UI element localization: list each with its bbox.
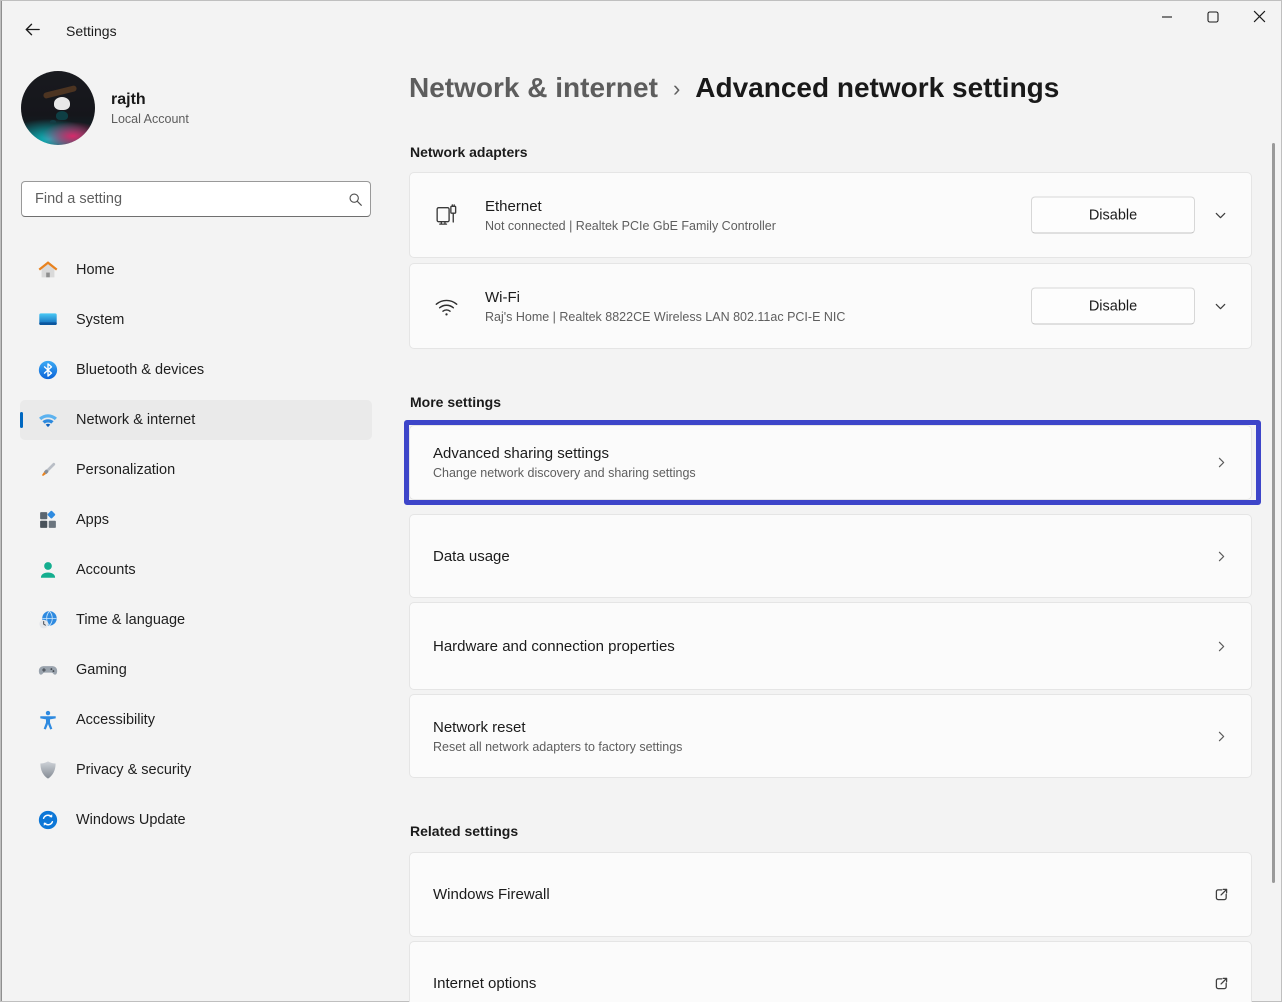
setting-title: Advanced sharing settings	[433, 445, 1191, 462]
ethernet-expand-chevron-down-icon[interactable]	[1207, 202, 1233, 228]
app-title: Settings	[66, 23, 117, 39]
accessibility-icon	[36, 709, 59, 732]
privacy-security-icon	[36, 759, 59, 782]
setting-title: Network reset	[433, 719, 1191, 736]
titlebar: Settings	[0, 0, 1282, 48]
apps-icon	[36, 509, 59, 532]
sidebar-item-label: Apps	[76, 512, 109, 528]
close-icon	[1253, 10, 1266, 28]
maximize-button[interactable]	[1190, 0, 1236, 38]
setting-title: Data usage	[433, 548, 1191, 565]
maximize-icon	[1207, 10, 1219, 28]
adapter-status: Raj's Home | Realtek 8822CE Wireless LAN…	[485, 310, 845, 324]
sidebar-item-system[interactable]: System	[20, 300, 372, 340]
search-icon	[340, 192, 370, 207]
sidebar-item-label: Windows Update	[76, 812, 186, 828]
network-icon	[36, 409, 59, 432]
sidebar-item-time-language[interactable]: Time & language	[20, 600, 372, 640]
personalization-icon	[36, 459, 59, 482]
windows-firewall-card[interactable]: Windows Firewall	[409, 852, 1252, 937]
hardware-connection-properties-card[interactable]: Hardware and connection properties	[409, 602, 1252, 690]
back-arrow-icon	[23, 20, 42, 44]
user-account-type: Local Account	[111, 112, 189, 126]
sidebar-item-label: Accessibility	[76, 712, 155, 728]
sidebar-item-privacy-security[interactable]: Privacy & security	[20, 750, 372, 790]
section-related-settings: Related settings	[410, 823, 518, 839]
vertical-scrollbar[interactable]	[1272, 143, 1275, 883]
chevron-right-icon	[1211, 726, 1231, 746]
breadcrumb: Network & internet › Advanced network se…	[409, 72, 1059, 104]
sidebar-item-label: Network & internet	[76, 412, 195, 428]
wifi-icon	[433, 293, 485, 320]
back-button[interactable]	[18, 19, 46, 45]
ethernet-disable-button[interactable]: Disable	[1031, 197, 1195, 234]
setting-title: Hardware and connection properties	[433, 638, 1191, 655]
breadcrumb-separator-icon: ›	[673, 76, 680, 102]
external-link-icon	[1211, 974, 1231, 994]
sidebar-item-label: Gaming	[76, 662, 127, 678]
setting-subtitle: Change network discovery and sharing set…	[433, 466, 1191, 480]
section-network-adapters: Network adapters	[410, 144, 527, 160]
wifi-expand-chevron-down-icon[interactable]	[1207, 293, 1233, 319]
adapter-name: Wi-Fi	[485, 289, 845, 306]
accounts-icon	[36, 559, 59, 582]
sidebar-nav: Home System Bluetooth & devices Network …	[20, 250, 372, 850]
settings-window: Settings rajth Local Account	[0, 0, 1282, 1002]
time-language-icon	[36, 609, 59, 632]
sidebar-item-network-internet[interactable]: Network & internet	[20, 400, 372, 440]
setting-subtitle: Reset all network adapters to factory se…	[433, 740, 1191, 754]
sidebar-item-personalization[interactable]: Personalization	[20, 450, 372, 490]
sidebar-item-label: Time & language	[76, 612, 185, 628]
advanced-sharing-settings-card[interactable]: Advanced sharing settings Change network…	[409, 425, 1252, 500]
sidebar-item-label: Bluetooth & devices	[76, 362, 204, 378]
adapter-card-wifi: Wi-Fi Raj's Home | Realtek 8822CE Wirele…	[409, 263, 1252, 349]
sidebar-item-label: System	[76, 312, 124, 328]
sidebar-item-label: Accounts	[76, 562, 136, 578]
section-more-settings: More settings	[410, 394, 501, 410]
chevron-right-icon	[1211, 546, 1231, 566]
setting-title: Windows Firewall	[433, 886, 1191, 903]
minimize-icon	[1161, 10, 1173, 28]
wifi-disable-button[interactable]: Disable	[1031, 288, 1195, 325]
sidebar-item-label: Home	[76, 262, 115, 278]
setting-title: Internet options	[433, 975, 1191, 992]
sidebar-item-gaming[interactable]: Gaming	[20, 650, 372, 690]
search-box	[21, 181, 371, 217]
breadcrumb-parent[interactable]: Network & internet	[409, 72, 658, 104]
sidebar-item-apps[interactable]: Apps	[20, 500, 372, 540]
sidebar: rajth Local Account Home System	[0, 48, 392, 1002]
sidebar-item-home[interactable]: Home	[20, 250, 372, 290]
window-controls	[1144, 0, 1282, 42]
user-name: rajth	[111, 91, 189, 109]
search-input[interactable]	[22, 191, 340, 207]
avatar	[21, 71, 95, 145]
chevron-right-icon	[1211, 453, 1231, 473]
minimize-button[interactable]	[1144, 0, 1190, 38]
adapter-status: Not connected | Realtek PCIe GbE Family …	[485, 219, 776, 233]
main-content: Network & internet › Advanced network se…	[409, 48, 1252, 1002]
external-link-icon	[1211, 885, 1231, 905]
system-icon	[36, 309, 59, 332]
page-title: Advanced network settings	[695, 72, 1059, 104]
chevron-right-icon	[1211, 636, 1231, 656]
sidebar-item-accessibility[interactable]: Accessibility	[20, 700, 372, 740]
sidebar-item-label: Personalization	[76, 462, 175, 478]
adapter-card-ethernet: Ethernet Not connected | Realtek PCIe Gb…	[409, 172, 1252, 258]
gaming-icon	[36, 659, 59, 682]
sidebar-item-label: Privacy & security	[76, 762, 191, 778]
user-account-block[interactable]: rajth Local Account	[21, 71, 189, 145]
ethernet-icon	[433, 202, 485, 229]
bluetooth-icon	[36, 359, 59, 382]
sidebar-item-bluetooth-devices[interactable]: Bluetooth & devices	[20, 350, 372, 390]
data-usage-card[interactable]: Data usage	[409, 514, 1252, 598]
sidebar-item-windows-update[interactable]: Windows Update	[20, 800, 372, 840]
network-reset-card[interactable]: Network reset Reset all network adapters…	[409, 694, 1252, 778]
close-button[interactable]	[1236, 0, 1282, 38]
windows-update-icon	[36, 809, 59, 832]
adapter-name: Ethernet	[485, 198, 776, 215]
sidebar-item-accounts[interactable]: Accounts	[20, 550, 372, 590]
home-icon	[36, 259, 59, 282]
internet-options-card[interactable]: Internet options	[409, 941, 1252, 1002]
